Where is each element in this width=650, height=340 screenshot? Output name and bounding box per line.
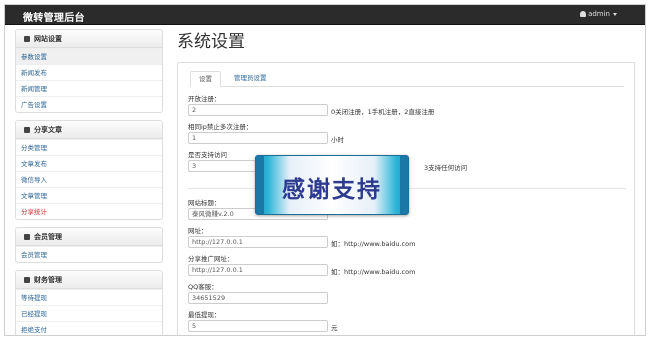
sidebar-item-news-manage[interactable]: 新闻管理 bbox=[16, 80, 162, 96]
open-registration-input[interactable]: 2 bbox=[188, 104, 328, 116]
field-label: 分享推广网址： bbox=[188, 255, 234, 263]
sidebar-item-params[interactable]: 参数设置 bbox=[16, 48, 162, 64]
sidebar-item-wechat-import[interactable]: 微信导入 bbox=[16, 171, 162, 187]
user-icon bbox=[580, 11, 587, 17]
field-label: QQ客服： bbox=[188, 283, 218, 291]
field-label: 网站标题： bbox=[188, 199, 221, 207]
sidebar-group-articles: 分享文章 分类管理 文章发布 微信导入 文章管理 分享统计 bbox=[15, 120, 163, 220]
main-content: 系统设置 设置 管理员设置 开放注册： 2 0关闭注册，1手机注册，2直接注册 … bbox=[177, 29, 637, 335]
sidebar-item-pending-withdraw[interactable]: 等待提现 bbox=[16, 289, 162, 305]
sidebar-group-header[interactable]: 网站设置 bbox=[16, 30, 162, 48]
sidebar-item-ads[interactable]: 广告设置 bbox=[16, 96, 162, 112]
chevron-down-icon bbox=[613, 12, 617, 16]
money-icon bbox=[24, 277, 30, 283]
field-help: 如：http://www.baidu.com bbox=[331, 240, 416, 248]
sidebar: 网站设置 参数设置 新闻发布 新闻管理 广告设置 分享文章 分类管理 文章发布 … bbox=[15, 29, 163, 335]
sidebar-group-header[interactable]: 会员管理 bbox=[16, 228, 162, 246]
field-label: 相同ip禁止多次注册： bbox=[188, 123, 253, 131]
site-url-input[interactable]: http://127.0.0.1 bbox=[188, 236, 328, 248]
tab-bar: 设置 管理员设置 bbox=[190, 71, 624, 87]
users-icon bbox=[24, 234, 30, 240]
field-help: 如：http://www.baidu.com bbox=[331, 268, 416, 276]
field-label: 是否支持访问 bbox=[188, 151, 227, 159]
field-help: 小时 bbox=[331, 136, 344, 144]
page-title: 系统设置 bbox=[177, 32, 245, 52]
share-icon bbox=[24, 127, 30, 133]
sidebar-group-members: 会员管理 会员管理 bbox=[15, 227, 163, 263]
sidebar-item-share-stats[interactable]: 分享统计 bbox=[16, 203, 162, 219]
tab-settings[interactable]: 设置 bbox=[190, 71, 221, 87]
sidebar-item-categories[interactable]: 分类管理 bbox=[16, 139, 162, 155]
field-label: 网址： bbox=[188, 227, 208, 235]
sidebar-item-member-manage[interactable]: 会员管理 bbox=[16, 246, 162, 262]
sidebar-group-finance: 财务管理 等待提现 已经提现 拒绝支付 bbox=[15, 270, 163, 335]
tab-admin-settings[interactable]: 管理员设置 bbox=[226, 71, 275, 87]
field-label: 开放注册： bbox=[188, 95, 221, 103]
sidebar-item-rejected[interactable]: 拒绝支付 bbox=[16, 321, 162, 335]
qq-service-input[interactable]: 34651529 bbox=[188, 292, 328, 304]
top-navbar: 微转管理后台 admin bbox=[5, 5, 645, 25]
share-url-input[interactable]: http://127.0.0.1 bbox=[188, 264, 328, 276]
thanks-banner: 感谢支持 bbox=[255, 155, 409, 215]
sidebar-item-withdrawn[interactable]: 已经提现 bbox=[16, 305, 162, 321]
brand-title[interactable]: 微转管理后台 bbox=[23, 9, 85, 24]
sidebar-group-site: 网站设置 参数设置 新闻发布 新闻管理 广告设置 bbox=[15, 29, 163, 113]
sidebar-group-header[interactable]: 分享文章 bbox=[16, 121, 162, 139]
user-menu[interactable]: admin bbox=[580, 10, 617, 18]
sidebar-item-news-publish[interactable]: 新闻发布 bbox=[16, 64, 162, 80]
field-help: 元 bbox=[331, 324, 338, 332]
sidebar-group-header[interactable]: 财务管理 bbox=[16, 271, 162, 289]
settings-icon bbox=[24, 36, 30, 42]
banner-text: 感谢支持 bbox=[282, 177, 382, 203]
ip-limit-input[interactable]: 1 bbox=[188, 132, 328, 144]
field-label: 最低提现： bbox=[188, 311, 221, 319]
sidebar-item-article-publish[interactable]: 文章发布 bbox=[16, 155, 162, 171]
field-help: 0关闭注册，1手机注册，2直接注册 bbox=[331, 108, 435, 116]
min-withdraw-input[interactable]: 5 bbox=[188, 320, 328, 332]
field-help: 3支持任何访问 bbox=[424, 164, 468, 172]
sidebar-item-article-manage[interactable]: 文章管理 bbox=[16, 187, 162, 203]
app-window: 微转管理后台 admin 网站设置 参数设置 新闻发布 新闻管理 广告设置 分享… bbox=[4, 4, 646, 336]
user-name: admin bbox=[588, 10, 610, 18]
